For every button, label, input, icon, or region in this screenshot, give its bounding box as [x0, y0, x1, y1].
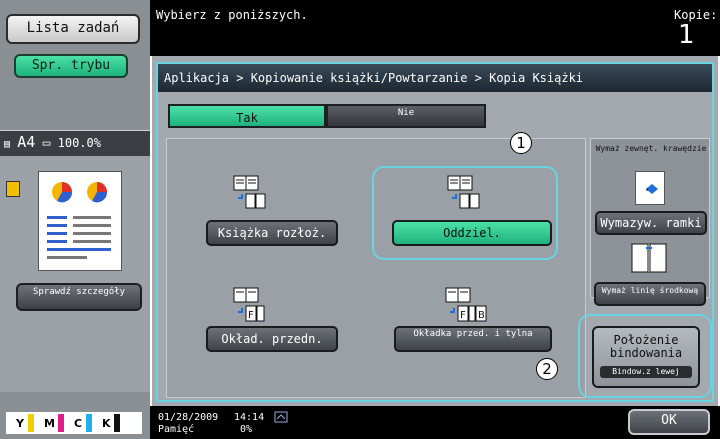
preview-header: ▤ A4 ▭ 100.0% [0, 131, 150, 156]
copies-count: 1 [678, 20, 695, 50]
separate-pages-icon [446, 174, 480, 214]
instruction-message: Wybierz z poniższych. [156, 8, 308, 22]
zoom-ratio: 100.0% [57, 136, 101, 150]
frame-erase-icon [635, 171, 665, 205]
frame-erase-button[interactable]: Wymazyw. ramki [595, 211, 707, 235]
orientation-icon: ▭ [42, 136, 51, 151]
front-cover-button[interactable]: Okład. przedn. [206, 326, 338, 352]
edge-erase-panel: Wymaż zewnęt. krawędzie Wymazyw. ramki [590, 138, 710, 298]
binding-value: Bindow.z lewej [600, 366, 692, 378]
toner-label-y: Y [16, 417, 24, 430]
network-icon [274, 408, 288, 423]
page-thumbnail [38, 171, 122, 271]
front-cover-icon: F [232, 286, 266, 328]
toner-bar-black [114, 414, 120, 432]
main-panel: Aplikacja > Kopiowanie książki/Powtarzan… [152, 56, 718, 406]
original-icon [6, 181, 20, 197]
thumbnail-graphic-icon [47, 182, 111, 259]
stack-icon: ▤ [4, 139, 11, 150]
ok-button[interactable]: OK [628, 409, 710, 435]
memory-value: 0% [240, 424, 253, 435]
binding-position-button[interactable]: Położenie bindowania Bindow.z lewej [592, 326, 700, 388]
callout-2: 2 [536, 358, 558, 380]
svg-text:F: F [248, 310, 254, 321]
edge-erase-label: Wymaż zewnęt. krawędzie [595, 144, 707, 153]
toner-levels: Y M C K [6, 412, 142, 434]
book-spread-icon [232, 174, 266, 214]
center-erase-icon [631, 243, 667, 273]
front-back-cover-button[interactable]: Okładka przed. i tylna [394, 326, 552, 352]
toner-bar-yellow [28, 414, 34, 432]
tab-no[interactable]: Nie [326, 104, 486, 128]
toner-label-m: M [44, 417, 55, 430]
date: 01/28/2009 [158, 412, 219, 423]
paper-size: A4 [17, 133, 36, 151]
preview-panel: ▤ A4 ▭ 100.0% Sprawdź szczegóły [0, 130, 150, 392]
breadcrumb: Aplikacja > Kopiowanie książki/Powtarzan… [156, 62, 714, 92]
toner-bar-magenta [58, 414, 64, 432]
status-bar: 01/28/2009 14:14 Pamięć 0% OK [150, 406, 720, 439]
time: 14:14 [234, 412, 265, 423]
svg-text:F: F [460, 310, 466, 321]
svg-text:B: B [478, 310, 485, 321]
tab-yes[interactable]: Tak [168, 104, 326, 128]
job-list-button[interactable]: Lista zadań [6, 14, 140, 44]
separate-button[interactable]: Oddziel. [392, 220, 552, 246]
center-erase-button[interactable]: Wymaż linię środkową [594, 282, 706, 306]
front-back-cover-icon: F B [444, 286, 488, 328]
binding-title: Położenie bindowania [609, 333, 683, 360]
toner-bar-cyan [86, 414, 92, 432]
toner-label-c: C [74, 417, 83, 430]
book-spread-button[interactable]: Książka rozłoż. [206, 220, 338, 246]
check-mode-button[interactable]: Spr. trybu [14, 54, 128, 78]
callout-1: 1 [510, 132, 532, 154]
toner-label-k: K [102, 417, 111, 430]
check-details-button[interactable]: Sprawdź szczegóły [16, 283, 142, 311]
memory-label: Pamięć [158, 424, 195, 435]
top-bar: Wybierz z poniższych. Kopie: 1 [150, 0, 720, 56]
